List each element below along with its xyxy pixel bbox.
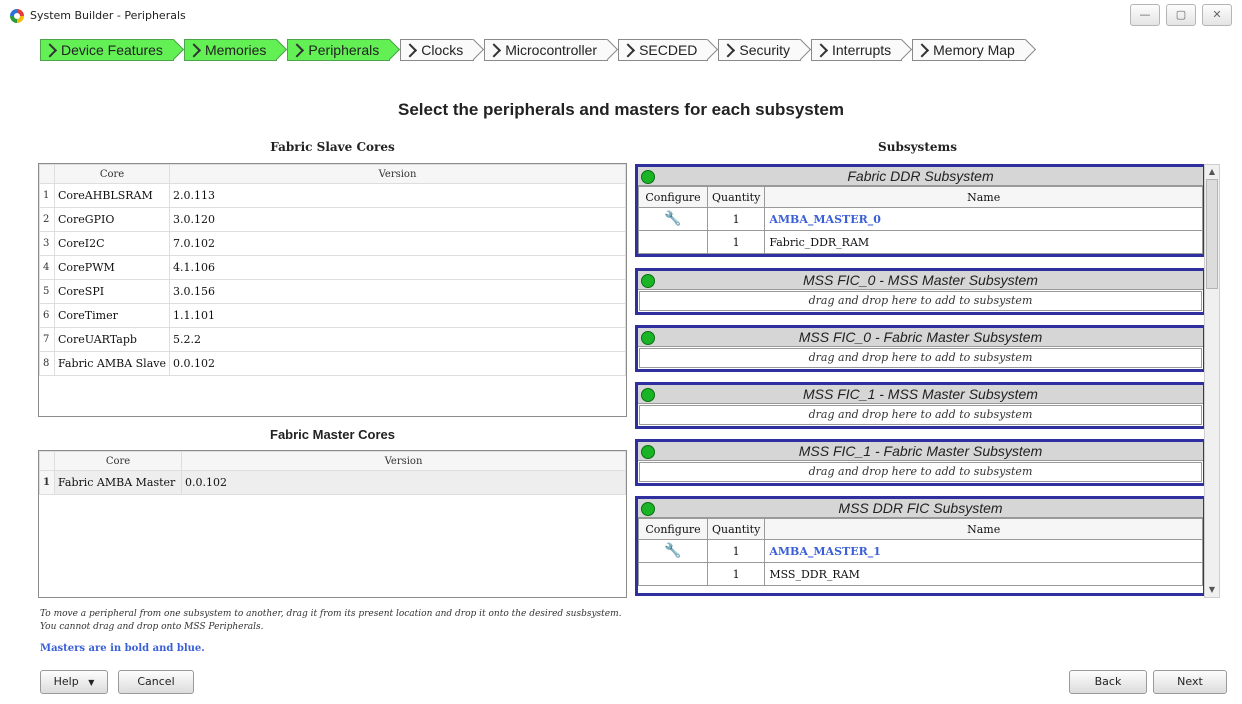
app-logo-icon <box>10 9 24 23</box>
column-header-version[interactable]: Version <box>169 164 626 184</box>
slave-cores-table: Core Version 1 CoreAHBLSRAM 2.0.113 2 CoreG… <box>38 163 627 417</box>
step-memories[interactable]: Memories <box>183 39 278 61</box>
status-dot-icon <box>641 502 655 516</box>
table-row[interactable]: 4 CorePWM 4.1.106 <box>39 255 626 280</box>
next-button[interactable]: Next <box>1153 670 1227 694</box>
step-device-features[interactable]: Device Features <box>40 39 174 61</box>
drop-zone[interactable]: drag and drop here to add to subsystem <box>639 405 1202 425</box>
column-header-name: Name <box>764 186 1203 208</box>
subsystem-title: MSS FIC_1 - MSS Master Subsystem <box>803 386 1038 402</box>
step-microcontroller[interactable]: Microcontroller <box>484 39 609 61</box>
window-title: System Builder - Peripherals <box>30 9 186 22</box>
drop-zone[interactable]: drag and drop here to add to subsystem <box>639 291 1202 311</box>
status-dot-icon <box>641 445 655 459</box>
back-button[interactable]: Back <box>1069 670 1147 694</box>
subsystem-fabric-ddr[interactable]: Fabric DDR Subsystem Configure Quantity … <box>635 164 1206 257</box>
help-note-drag: To move a peripheral from one subsystem … <box>40 609 622 619</box>
table-row[interactable]: 8 Fabric AMBA Slave 0.0.102 <box>39 351 626 376</box>
window-titlebar: System Builder - Peripherals — ▢ ✕ <box>0 0 1242 32</box>
maximize-button[interactable]: ▢ <box>1166 4 1196 26</box>
wizard-steps: Device Features Memories Peripherals Clo… <box>40 39 1036 61</box>
subsystems-title: Subsystems <box>878 140 957 154</box>
scrollbar-thumb[interactable] <box>1206 179 1218 289</box>
table-row[interactable]: 1 Fabric_DDR_RAM <box>638 230 1203 254</box>
column-header-quantity: Quantity <box>706 186 766 208</box>
subsystem-title: Fabric DDR Subsystem <box>847 168 994 184</box>
column-header-configure: Configure <box>638 186 708 208</box>
status-dot-icon <box>641 274 655 288</box>
cancel-button[interactable]: Cancel <box>118 670 194 694</box>
step-interrupts[interactable]: Interrupts <box>811 39 903 61</box>
subsystem-title: MSS FIC_0 - MSS Master Subsystem <box>803 272 1038 288</box>
subsystem-fic0-fabric-master[interactable]: MSS FIC_0 - Fabric Master Subsystem drag… <box>635 325 1206 372</box>
step-security[interactable]: Security <box>718 39 801 61</box>
table-row[interactable]: 1 MSS_DDR_RAM <box>638 562 1203 586</box>
step-secded[interactable]: SECDED <box>618 39 709 61</box>
column-header-core[interactable]: Core <box>54 164 170 184</box>
dropdown-arrow-icon: ▼ <box>88 678 95 687</box>
table-row[interactable]: 3 CoreI2C 7.0.102 <box>39 231 626 256</box>
subsystem-fic1-mss-master[interactable]: MSS FIC_1 - MSS Master Subsystem drag an… <box>635 382 1206 429</box>
wrench-icon[interactable]: 🔧 <box>664 543 681 559</box>
table-row[interactable]: 🔧 1 AMBA_MASTER_0 <box>638 207 1203 231</box>
minimize-button[interactable]: — <box>1130 4 1160 26</box>
close-button[interactable]: ✕ <box>1202 4 1232 26</box>
subsystems-scrollbar[interactable]: ▲ ▼ <box>1204 164 1220 598</box>
table-row[interactable]: 6 CoreTimer 1.1.101 <box>39 303 626 328</box>
table-row[interactable]: 5 CoreSPI 3.0.156 <box>39 279 626 304</box>
table-row[interactable]: 1 CoreAHBLSRAM 2.0.113 <box>39 183 626 208</box>
column-header-quantity: Quantity <box>706 518 766 540</box>
scroll-down-icon[interactable]: ▼ <box>1205 583 1219 597</box>
step-peripherals[interactable]: Peripherals <box>287 39 391 61</box>
table-row[interactable]: 🔧 1 AMBA_MASTER_1 <box>638 539 1203 563</box>
step-memory-map[interactable]: Memory Map <box>912 39 1026 61</box>
step-clocks[interactable]: Clocks <box>400 39 475 61</box>
status-dot-icon <box>641 170 655 184</box>
slave-cores-title: Fabric Slave Cores <box>270 140 395 154</box>
column-header-core[interactable]: Core <box>54 451 182 471</box>
row-number-header <box>39 164 55 184</box>
page-heading: Select the peripherals and masters for e… <box>398 100 844 119</box>
status-dot-icon <box>641 388 655 402</box>
column-header-name: Name <box>764 518 1203 540</box>
help-note-mss: You cannot drag and drop onto MSS Periph… <box>40 622 264 632</box>
master-cores-title: Fabric Master Cores <box>270 427 395 442</box>
subsystem-title: MSS FIC_1 - Fabric Master Subsystem <box>798 443 1043 459</box>
wrench-icon[interactable]: 🔧 <box>664 211 681 227</box>
row-number-header <box>39 451 55 471</box>
status-dot-icon <box>641 331 655 345</box>
subsystem-title: MSS DDR FIC Subsystem <box>838 500 1003 516</box>
subsystem-fic1-fabric-master[interactable]: MSS FIC_1 - Fabric Master Subsystem drag… <box>635 439 1206 486</box>
help-button-label: Help <box>53 675 79 688</box>
drop-zone[interactable]: drag and drop here to add to subsystem <box>639 348 1202 368</box>
subsystem-mss-ddr-fic[interactable]: MSS DDR FIC Subsystem Configure Quantity… <box>635 496 1206 596</box>
table-row[interactable]: 1 Fabric AMBA Master 0.0.102 <box>39 470 626 495</box>
window-controls: — ▢ ✕ <box>1130 4 1232 26</box>
column-header-version[interactable]: Version <box>181 451 626 471</box>
table-row[interactable]: 2 CoreGPIO 3.0.120 <box>39 207 626 232</box>
subsystem-fic0-mss-master[interactable]: MSS FIC_0 - MSS Master Subsystem drag an… <box>635 268 1206 315</box>
column-header-configure: Configure <box>638 518 708 540</box>
subsystem-title: MSS FIC_0 - Fabric Master Subsystem <box>798 329 1043 345</box>
table-row[interactable]: 7 CoreUARTapb 5.2.2 <box>39 327 626 352</box>
master-cores-table: Core Version 1 Fabric AMBA Master 0.0.10… <box>38 450 627 598</box>
help-note-masters: Masters are in bold and blue. <box>40 643 205 654</box>
help-button[interactable]: Help ▼ <box>40 670 108 694</box>
drop-zone[interactable]: drag and drop here to add to subsystem <box>639 462 1202 482</box>
scroll-up-icon[interactable]: ▲ <box>1205 165 1219 179</box>
